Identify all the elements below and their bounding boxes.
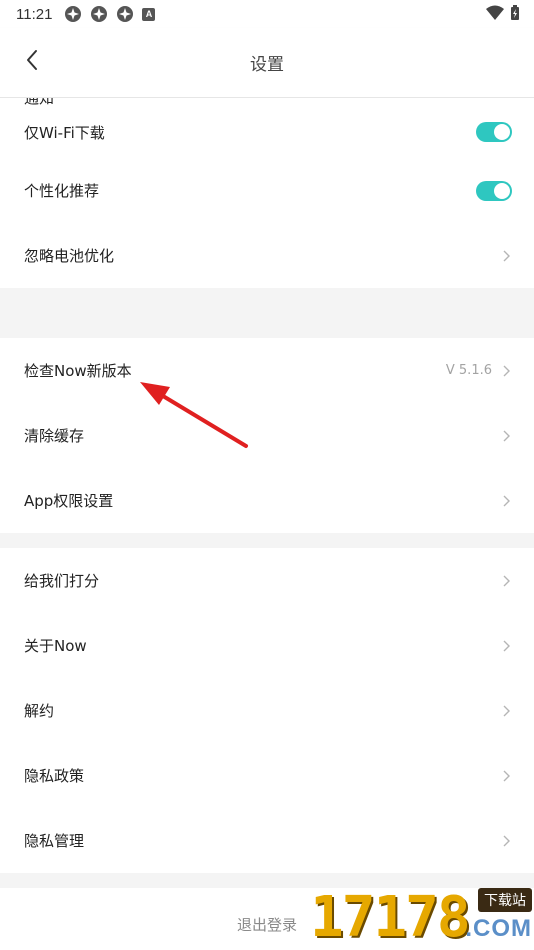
settings-row-wifi-only[interactable]: 仅Wi-Fi下载 bbox=[0, 106, 534, 158]
system-icons bbox=[486, 5, 520, 21]
toggle-knob bbox=[494, 124, 510, 140]
settings-row-app-permissions[interactable]: App权限设置 bbox=[0, 468, 534, 533]
settings-group-general: 仅Wi-Fi下载 个性化推荐 忽略电池优化 bbox=[0, 106, 534, 288]
row-label: 解约 bbox=[24, 702, 55, 720]
settings-row-privacy-management[interactable]: 隐私管理 bbox=[0, 808, 534, 873]
row-label: 个性化推荐 bbox=[24, 182, 100, 200]
row-label: 检查Now新版本 bbox=[24, 362, 132, 380]
row-label: 隐私管理 bbox=[24, 832, 85, 850]
notification-a-icon: A bbox=[142, 7, 156, 21]
row-label: 隐私政策 bbox=[24, 767, 85, 785]
toggle-knob bbox=[494, 182, 510, 199]
row-label: 清除缓存 bbox=[24, 427, 85, 445]
nav-bar: 设置 bbox=[0, 28, 534, 98]
chevron-right-icon bbox=[503, 705, 510, 716]
chevron-right-icon bbox=[503, 770, 510, 781]
chevron-right-icon bbox=[503, 365, 510, 376]
chevron-right-icon bbox=[503, 430, 510, 441]
settings-row-check-update[interactable]: 检查Now新版本 V 5.1.6 bbox=[0, 338, 534, 403]
settings-row-privacy-policy[interactable]: 隐私政策 bbox=[0, 743, 534, 808]
battery-icon bbox=[511, 5, 519, 20]
version-value: V 5.1.6 bbox=[445, 363, 492, 378]
notification-app-icon bbox=[65, 6, 82, 22]
row-label: 给我们打分 bbox=[24, 572, 100, 590]
watermark-com: .COM bbox=[465, 915, 532, 942]
notification-app-icon bbox=[117, 6, 134, 22]
chevron-right-icon bbox=[503, 495, 510, 506]
row-label: 通知 bbox=[24, 98, 54, 106]
row-label: App权限设置 bbox=[24, 492, 114, 510]
wifi-only-toggle[interactable] bbox=[476, 122, 512, 142]
settings-group-app: 检查Now新版本 V 5.1.6 清除缓存 App权限设置 bbox=[0, 338, 534, 533]
settings-row-personalized-recommendation[interactable]: 个性化推荐 bbox=[0, 158, 534, 223]
notification-app-icon bbox=[91, 6, 108, 22]
status-bar: 11:21 A bbox=[0, 0, 534, 28]
watermark-logo: 17178 下载站 .COM bbox=[310, 885, 534, 950]
settings-row-rate-us[interactable]: 给我们打分 bbox=[0, 548, 534, 613]
watermark-badge: 下载站 bbox=[478, 888, 532, 912]
row-label: 关于Now bbox=[24, 637, 87, 655]
row-label: 忽略电池优化 bbox=[24, 247, 115, 265]
settings-row-battery-optimization[interactable]: 忽略电池优化 bbox=[0, 223, 534, 288]
status-time: 11:21 bbox=[16, 5, 53, 23]
chevron-right-icon bbox=[503, 640, 510, 651]
chevron-right-icon bbox=[503, 250, 510, 261]
row-label: 仅Wi-Fi下载 bbox=[24, 123, 105, 142]
settings-row-clear-cache[interactable]: 清除缓存 bbox=[0, 403, 534, 468]
page-title: 设置 bbox=[250, 55, 284, 75]
chevron-right-icon bbox=[503, 575, 510, 586]
watermark-digits: 17178 bbox=[310, 885, 471, 950]
notification-icons: A bbox=[64, 5, 156, 23]
settings-row-cancel-subscription[interactable]: 解约 bbox=[0, 678, 534, 743]
chevron-right-icon bbox=[503, 835, 510, 846]
settings-group-about: 给我们打分 关于Now 解约 隐私政策 隐私管理 bbox=[0, 548, 534, 873]
personalized-toggle[interactable] bbox=[476, 180, 512, 201]
settings-row-notifications[interactable]: 通知 bbox=[0, 98, 534, 106]
wifi-icon bbox=[486, 5, 504, 20]
settings-row-about[interactable]: 关于Now bbox=[0, 613, 534, 678]
